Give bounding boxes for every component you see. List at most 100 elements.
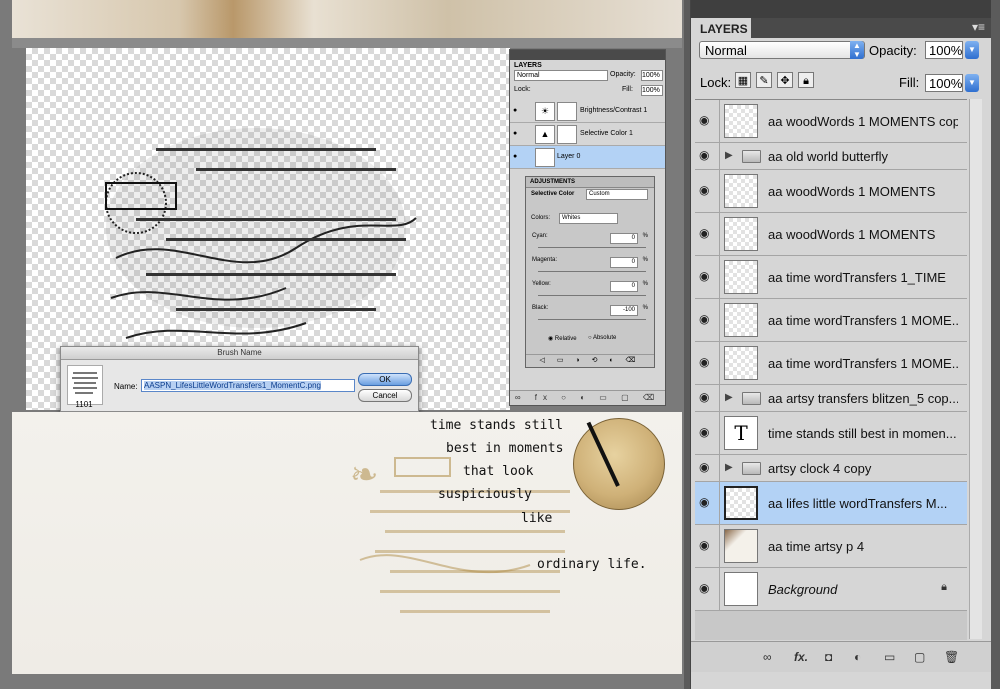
mini-blend-select[interactable]: Normal [514,70,608,81]
layers-scrollbar[interactable] [969,99,982,639]
preset-select[interactable]: Custom [586,189,648,200]
layer-row[interactable]: ◉ aa woodWords 1 MOMENTS [695,213,967,256]
type-layer-row[interactable]: ◉ T time stands still best in momen... [695,412,967,455]
document-area[interactable]: LAYERS Normal Opacity: 100% Lock: Fill: … [0,0,684,689]
visibility-toggle[interactable]: ◉ [695,213,720,255]
cyan-slider-track[interactable] [538,247,646,248]
eye-icon[interactable]: ● [513,107,517,114]
layer-mask-thumb[interactable] [557,102,577,121]
layer-group-row[interactable]: ◉ ▶ aa artsy transfers blitzen_5 cop... [695,385,967,412]
cancel-button[interactable]: Cancel [358,389,412,402]
disclosure-triangle-icon[interactable]: ▶ [725,392,733,403]
cyan-value[interactable]: 0 [610,233,638,244]
new-group-icon[interactable]: ▭ [884,650,895,664]
ok-button[interactable]: OK [358,373,412,386]
blend-mode-select[interactable]: Normal ▲ ▼ [699,41,865,59]
opacity-input[interactable]: 100% [925,41,963,59]
fx-icon[interactable]: fx. [794,650,808,664]
poem-line-4: suspiciously [438,487,532,502]
yellow-slider-row[interactable]: Yellow: 0 % [532,281,648,296]
black-value[interactable]: -100 [610,305,638,316]
disclosure-triangle-icon[interactable]: ▶ [725,462,733,473]
lock-transparency-icon[interactable]: ▦ [735,72,751,88]
magenta-slider-row[interactable]: Magenta: 0 % [532,257,648,272]
black-slider-track[interactable] [538,319,646,320]
name-label: Name: [114,382,138,391]
opacity-label: Opacity: [869,43,917,58]
visibility-toggle[interactable]: ◉ [695,299,720,341]
slider-label: Black: [532,305,549,311]
layer-group-row[interactable]: ◉ ▶ aa old world butterfly [695,143,967,170]
visibility-toggle[interactable]: ◉ [695,455,720,481]
layer-list[interactable]: ◉ aa woodWords 1 MOMENTS copy ◉ ▶ aa old… [695,99,967,640]
yellow-value[interactable]: 0 [610,281,638,292]
layer-row[interactable]: ◉ aa time wordTransfers 1_TIME [695,256,967,299]
brush-name-value: AASPN_LifesLittleWordTransfers1_MomentC.… [144,381,321,390]
layers-panel[interactable]: LAYERS ▾≡ Normal ▲ ▼ Opacity: 100% ▼ Lock… [690,0,991,689]
visibility-toggle[interactable]: ◉ [695,482,720,524]
background-layer-row[interactable]: ◉ Background 🔒︎ [695,568,967,611]
magenta-value[interactable]: 0 [610,257,638,268]
eye-icon[interactable]: ● [513,153,517,160]
mini-layer-row[interactable]: ● ☀ Brightness/Contrast 1 [510,100,665,123]
eye-icon[interactable]: ● [513,130,517,137]
magenta-slider-track[interactable] [538,271,646,272]
mini-layers-titlebar[interactable] [510,50,665,60]
colors-select[interactable]: Whites [559,213,618,224]
layer-thumbnail [724,260,758,294]
eye-icon: ◉ [699,148,710,162]
eye-icon: ◉ [699,538,710,552]
lock-image-icon[interactable]: ✎ [756,72,772,88]
visibility-toggle[interactable]: ◉ [695,525,720,567]
visibility-toggle[interactable]: ◉ [695,342,720,384]
layer-name: aa woodWords 1 MOMENTS [768,227,936,242]
adjustments-panel[interactable]: ADJUSTMENTS Selective Color Custom Color… [525,176,655,368]
new-layer-icon[interactable]: ▢ [914,650,925,664]
brush-name-input[interactable]: AASPN_LifesLittleWordTransfers1_MomentC.… [141,379,355,392]
panel-tabbar [751,18,991,38]
layer-group-row[interactable]: ◉ ▶ artsy clock 4 copy [695,455,967,482]
mini-layer-row[interactable]: ● ▲ Selective Color 1 [510,123,665,146]
layer-mask-thumb[interactable] [557,125,577,144]
opacity-dropdown-icon[interactable]: ▼ [965,41,979,59]
visibility-toggle[interactable]: ◉ [695,412,720,454]
visibility-toggle[interactable]: ◉ [695,256,720,298]
disclosure-triangle-icon[interactable]: ▶ [725,150,733,161]
layer-row[interactable]: ◉ aa time wordTransfers 1 MOME... [695,299,967,342]
add-mask-icon[interactable]: ◘ [825,650,832,664]
visibility-toggle[interactable]: ◉ [695,568,720,610]
layer-row[interactable]: ◉ aa woodWords 1 MOMENTS copy [695,100,967,143]
link-layers-icon[interactable]: ∞ [763,650,772,664]
document-border [12,38,682,48]
fill-dropdown-icon[interactable]: ▼ [965,74,979,92]
cyan-slider-row[interactable]: Cyan: 0 % [532,233,648,248]
mini-layer-row-selected[interactable]: ● Layer 0 [510,146,665,169]
layer-row[interactable]: ◉ aa time artsy p 4 [695,525,967,568]
fill-input[interactable]: 100% [925,74,963,92]
visibility-toggle[interactable]: ◉ [695,170,720,212]
relative-radio[interactable]: ◉ Relative [548,335,577,342]
visibility-toggle[interactable]: ◉ [695,100,720,142]
black-slider-row[interactable]: Black: -100 % [532,305,648,320]
adjustment-layer-icon[interactable]: ◐ [854,650,861,664]
trash-icon[interactable]: 🗑︎ [944,650,959,664]
yellow-slider-track[interactable] [538,295,646,296]
panel-menu-icon[interactable]: ▾≡ [972,20,985,34]
lock-position-icon[interactable]: ✥ [777,72,793,88]
adjustments-tab[interactable]: ADJUSTMENTS [526,177,654,188]
mini-layers-footer-icons[interactable]: ∞ fx ○ ◐ ▭ ▢ ⌫ [510,390,665,405]
mini-fill-input[interactable]: 100% [641,85,663,96]
layer-row[interactable]: ◉ aa time wordTransfers 1 MOME... [695,342,967,385]
visibility-toggle[interactable]: ◉ [695,385,720,411]
brush-name-dialog[interactable]: Brush Name 1101 Name: AASPN_LifesLittleW… [60,346,419,412]
adjustments-footer-icons[interactable]: ◁ ▭ ◑ ⟲ ◐ ⌫ [526,354,654,367]
mini-opacity-input[interactable]: 100% [641,70,663,81]
lock-all-icon[interactable]: 🔒︎ [798,72,814,88]
visibility-toggle[interactable]: ◉ [695,143,720,169]
layer-thumbnail [724,174,758,208]
layer-row-selected[interactable]: ◉ aa lifes little wordTransfers M... [695,482,967,525]
absolute-radio[interactable]: ○ Absolute [588,335,616,341]
panel-titlebar[interactable] [691,0,991,18]
layers-tab[interactable]: LAYERS [691,18,760,38]
layer-row[interactable]: ◉ aa woodWords 1 MOMENTS [695,170,967,213]
